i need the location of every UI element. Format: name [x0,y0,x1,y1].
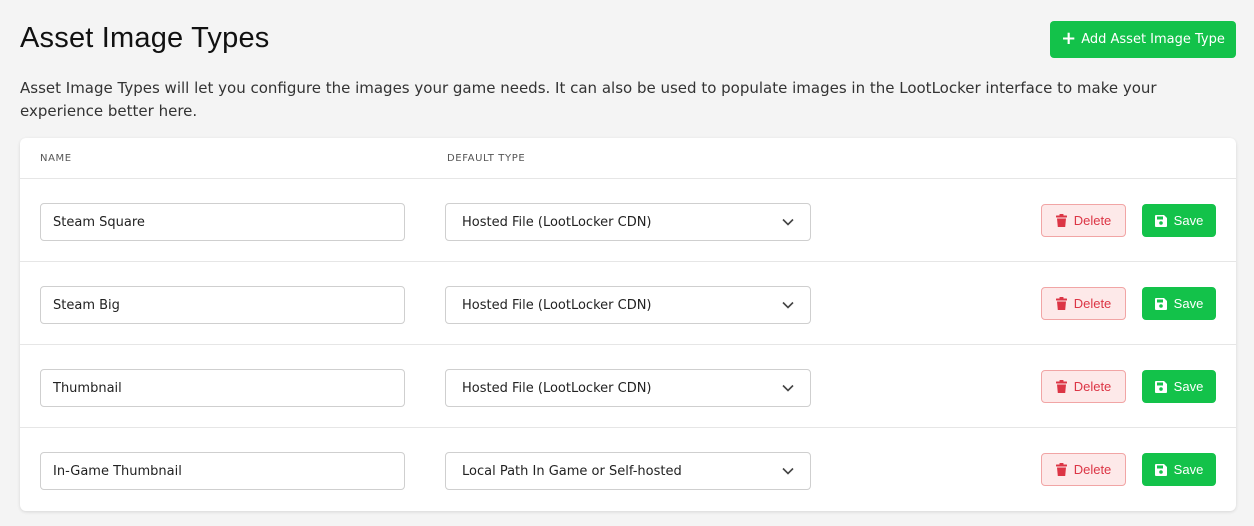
floppy-disk-icon [1154,380,1167,393]
default-type-select[interactable]: Local Path In Game or Self-hosted [445,452,811,490]
save-label: Save [1173,379,1204,394]
default-type-value: Hosted File (LootLocker CDN) [462,214,652,230]
trash-icon [1055,214,1067,227]
column-header-default-type: DEFAULT TYPE [447,153,526,164]
floppy-disk-icon [1154,463,1167,476]
save-button[interactable]: Save [1142,453,1216,486]
floppy-disk-icon [1154,297,1167,310]
delete-label: Delete [1073,296,1112,311]
default-type-value: Hosted File (LootLocker CDN) [462,297,652,313]
default-type-select[interactable]: Hosted File (LootLocker CDN) [445,286,811,324]
chevron-down-icon [782,301,794,309]
name-input[interactable]: In-Game Thumbnail [40,452,405,490]
save-button[interactable]: Save [1142,287,1216,320]
page-title: Asset Image Types [20,22,270,54]
trash-icon [1055,297,1067,310]
name-input[interactable]: Steam Square [40,203,405,241]
save-label: Save [1173,213,1204,228]
trash-icon [1055,380,1067,393]
delete-label: Delete [1073,462,1112,477]
delete-button[interactable]: Delete [1041,370,1126,403]
column-header-name: NAME [40,153,72,164]
default-type-value: Local Path In Game or Self-hosted [462,463,682,479]
save-label: Save [1173,296,1204,311]
asset-image-types-table: NAME DEFAULT TYPE Steam Square Hosted Fi… [20,138,1236,511]
delete-label: Delete [1073,379,1112,394]
add-button-label: Add Asset Image Type [1081,32,1225,47]
save-button[interactable]: Save [1142,204,1216,237]
trash-icon [1055,463,1067,476]
save-label: Save [1173,462,1204,477]
table-header: NAME DEFAULT TYPE [20,138,1236,179]
page-description: Asset Image Types will let you configure… [20,79,1157,120]
chevron-down-icon [782,384,794,392]
name-input[interactable]: Thumbnail [40,369,405,407]
table-row: Steam Square Hosted File (LootLocker CDN… [20,179,1236,262]
delete-button[interactable]: Delete [1041,287,1126,320]
delete-label: Delete [1073,213,1112,228]
table-row: Steam Big Hosted File (LootLocker CDN) D… [20,262,1236,345]
default-type-value: Hosted File (LootLocker CDN) [462,380,652,396]
name-input[interactable]: Steam Big [40,286,405,324]
default-type-select[interactable]: Hosted File (LootLocker CDN) [445,203,811,241]
table-row: In-Game Thumbnail Local Path In Game or … [20,428,1236,511]
plus-icon: + [1061,27,1077,49]
chevron-down-icon [782,218,794,226]
default-type-select[interactable]: Hosted File (LootLocker CDN) [445,369,811,407]
delete-button[interactable]: Delete [1041,204,1126,237]
delete-button[interactable]: Delete [1041,453,1126,486]
add-asset-image-type-button[interactable]: + Add Asset Image Type [1050,21,1236,58]
table-row: Thumbnail Hosted File (LootLocker CDN) D… [20,345,1236,428]
save-button[interactable]: Save [1142,370,1216,403]
floppy-disk-icon [1154,214,1167,227]
chevron-down-icon [782,467,794,475]
